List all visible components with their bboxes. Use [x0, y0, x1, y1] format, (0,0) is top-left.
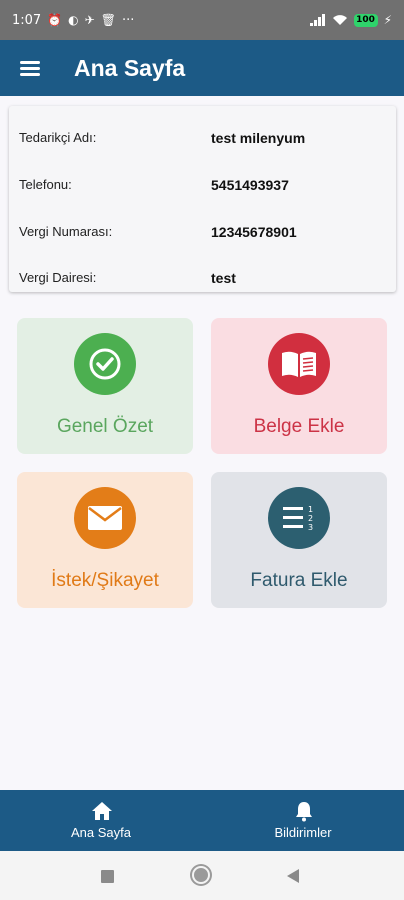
- tile-label: Fatura Ekle: [250, 570, 348, 591]
- back-button[interactable]: [286, 868, 300, 884]
- general-summary-tile[interactable]: Genel Özet: [17, 318, 193, 454]
- alarm-icon: ⏰: [47, 13, 63, 27]
- book-icon: [268, 333, 330, 395]
- field-label: Vergi Numarası:: [19, 224, 113, 239]
- field-label: Vergi Dairesi:: [19, 270, 97, 285]
- home-button[interactable]: [192, 866, 210, 884]
- check-icon: [74, 333, 136, 395]
- svg-text:2: 2: [308, 514, 313, 523]
- page-title: Ana Sayfa: [74, 54, 186, 81]
- nav-label: Bildirimler: [274, 825, 332, 840]
- home-icon: [92, 802, 112, 820]
- list-icon: 123: [268, 487, 330, 549]
- field-label: Tedarikçi Adı:: [19, 130, 97, 145]
- request-complaint-tile[interactable]: İstek/Şikayet: [17, 472, 193, 608]
- signal-icon: [309, 14, 325, 26]
- system-nav-bar: [0, 851, 404, 900]
- svg-text:1: 1: [308, 505, 313, 514]
- nav-item-home[interactable]: Ana Sayfa: [0, 790, 202, 851]
- add-document-tile[interactable]: Belge Ekle: [211, 318, 387, 454]
- more-notifications: ···: [121, 12, 135, 28]
- recents-button[interactable]: [101, 870, 114, 883]
- status-bar: 1:07 ⏰ ◐ ✈ 🗑 ··· 100 ⚡: [0, 0, 404, 40]
- status-left: 1:07 ⏰ ◐ ✈ 🗑 ···: [12, 13, 134, 28]
- field-value: 5451493937: [211, 177, 289, 193]
- field-value: test: [211, 270, 236, 286]
- nav-label: Ana Sayfa: [71, 825, 131, 840]
- charging-icon: ⚡: [383, 13, 392, 27]
- field-label: Telefonu:: [19, 177, 72, 192]
- app-bar: Ana Sayfa: [0, 40, 404, 96]
- nav-item-notifications[interactable]: Bildirimler: [202, 790, 404, 851]
- wifi-icon: [332, 15, 347, 25]
- menu-icon[interactable]: [20, 61, 40, 76]
- add-invoice-tile[interactable]: 123 Fatura Ekle: [211, 472, 387, 608]
- bell-icon: [296, 802, 312, 822]
- tile-label: Genel Özet: [56, 416, 154, 437]
- bottom-nav: Ana Sayfa Bildirimler: [0, 790, 404, 851]
- mail-icon: [74, 487, 136, 549]
- tile-label: İstek/Şikayet: [51, 570, 159, 591]
- status-right: 100 ⚡: [309, 13, 392, 27]
- svg-text:3: 3: [308, 523, 313, 532]
- field-value: test milenyum: [211, 130, 306, 146]
- trash-icon: 🗑: [100, 13, 116, 27]
- supplier-info-card: Tedarikçi Adı: test milenyum Telefonu: 5…: [9, 106, 396, 292]
- tile-label: Belge Ekle: [253, 416, 345, 437]
- field-value: 12345678901: [211, 224, 297, 240]
- bird-icon: ✈: [84, 13, 95, 27]
- status-time: 1:07: [12, 12, 42, 28]
- app-notification-icon: ◐: [68, 13, 79, 27]
- battery-icon: 100: [353, 13, 378, 27]
